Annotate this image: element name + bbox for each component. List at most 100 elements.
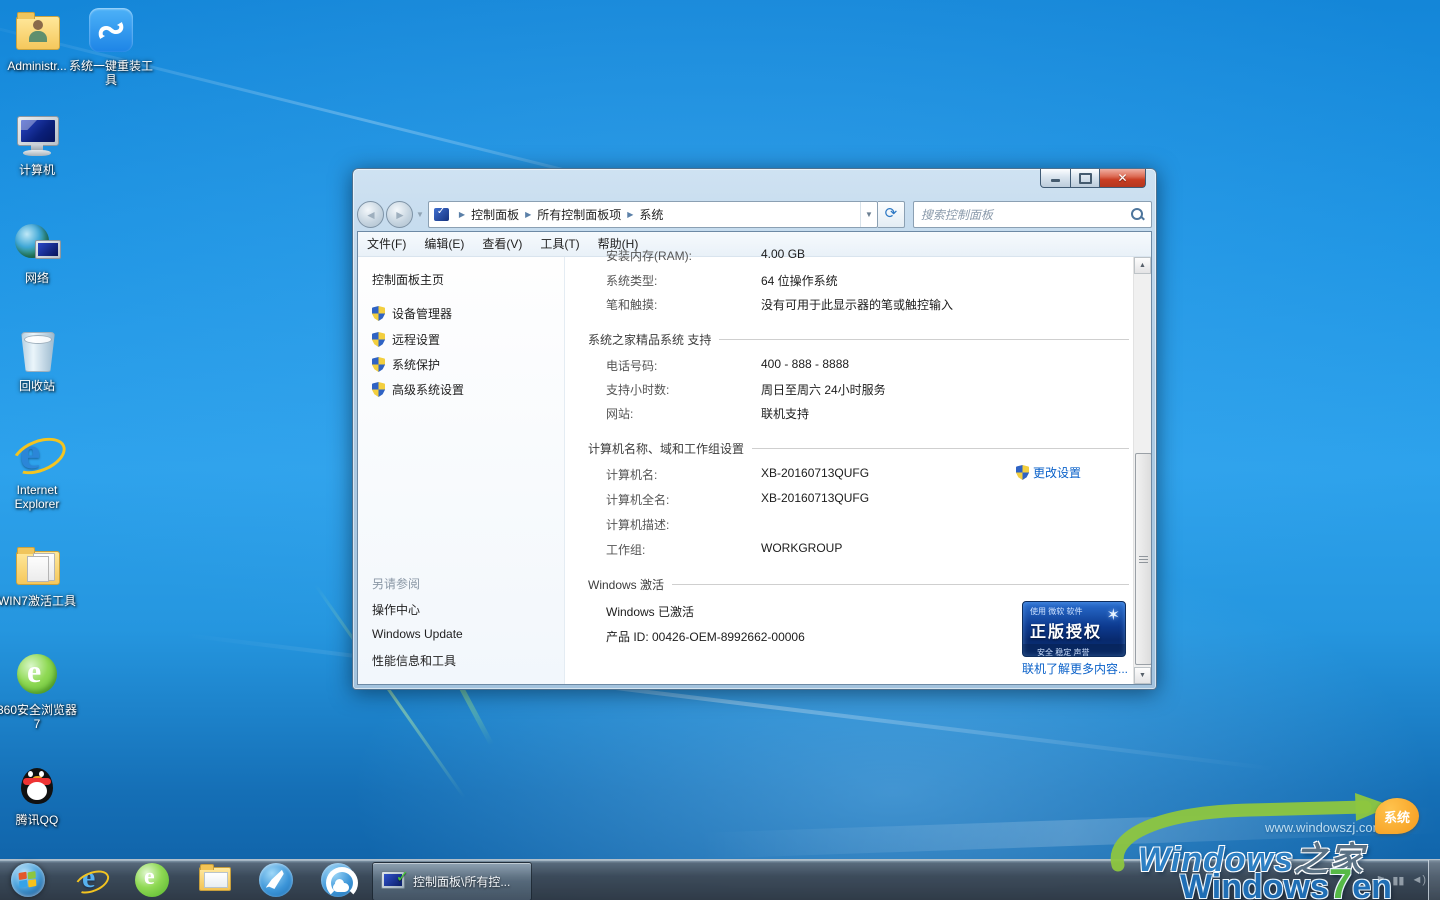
desktop-icon-label: WIN7激活工具 bbox=[0, 594, 79, 608]
control-panel-task-icon: ✓ bbox=[381, 871, 407, 893]
desktop-icon-recycle-bin[interactable]: 回收站 bbox=[0, 328, 79, 393]
scroll-up-icon[interactable]: ▲ bbox=[1134, 257, 1151, 274]
system-applet-icon bbox=[434, 208, 449, 221]
recent-pages-dropdown-icon[interactable]: ▼ bbox=[416, 210, 424, 219]
explorer-folder-icon bbox=[197, 863, 231, 897]
menu-view[interactable]: 查看(V) bbox=[473, 232, 531, 256]
forward-button[interactable]: ► bbox=[386, 201, 413, 228]
close-button[interactable]: ✕ bbox=[1100, 169, 1146, 188]
taskbar-active-window-button[interactable]: ✓ 控制面板\所有控... bbox=[372, 862, 532, 900]
menu-file[interactable]: 文件(F) bbox=[358, 232, 415, 256]
breadcrumb-arrow-icon: ▶ bbox=[627, 210, 633, 219]
qq-browser-icon bbox=[321, 863, 355, 897]
desktop-icon-tencent-qq[interactable]: 腾讯QQ bbox=[0, 762, 79, 827]
sidebar-item-action-center[interactable]: 操作中心 bbox=[372, 601, 420, 618]
breadcrumb-system[interactable]: 系统 bbox=[639, 206, 663, 223]
menu-tools[interactable]: 工具(T) bbox=[531, 232, 588, 256]
desktop-icon-360-browser[interactable]: e 360安全浏览器7 bbox=[0, 652, 79, 731]
recycle-bin-icon bbox=[13, 328, 61, 376]
taskbar-explorer[interactable] bbox=[188, 860, 240, 900]
desktop-icon-computer[interactable]: 计算机 bbox=[0, 112, 79, 177]
breadcrumb-arrow-icon: ▶ bbox=[459, 210, 465, 219]
tray-flag-icon[interactable]: ⚑ bbox=[1375, 874, 1385, 887]
sidebar-item-system-protection[interactable]: 系统保护 bbox=[372, 356, 440, 373]
see-also-header: 另请参阅 bbox=[372, 575, 420, 592]
start-button[interactable] bbox=[2, 860, 54, 900]
sidebar-item-remote-settings[interactable]: 远程设置 bbox=[372, 331, 440, 348]
system-info-content: 安装内存(RAM):4.00 GB 系统类型:64 位操作系统 笔和触摸:没有可… bbox=[568, 257, 1139, 684]
maximize-button[interactable] bbox=[1071, 169, 1100, 188]
desktop-icon-administrator[interactable]: Administr... bbox=[0, 8, 79, 73]
uac-shield-icon bbox=[372, 357, 385, 372]
sidebar-item-device-manager[interactable]: 设备管理器 bbox=[372, 305, 452, 322]
desktop-icon-label: Internet Explorer bbox=[0, 483, 79, 511]
desktop-icon-label: 网络 bbox=[0, 271, 79, 285]
taskbar-internet-explorer[interactable]: e bbox=[64, 860, 116, 900]
online-support-link[interactable]: 联机支持 bbox=[761, 405, 809, 422]
computer-icon bbox=[13, 112, 61, 160]
qq-penguin-icon bbox=[13, 762, 61, 810]
taskbar-qq-browser[interactable] bbox=[312, 860, 364, 900]
breadcrumb-all-items[interactable]: 所有控制面板项 bbox=[537, 206, 621, 223]
window-client-area: 文件(F) 编辑(E) 查看(V) 工具(T) 帮助(H) 控制面板主页 设备管… bbox=[357, 231, 1152, 685]
learn-more-link[interactable]: 联机了解更多内容... bbox=[1022, 660, 1124, 678]
user-folder-icon bbox=[13, 8, 61, 56]
desktop-icon-win7-activation[interactable]: WIN7激活工具 bbox=[0, 543, 79, 608]
desktop-icon-label: Administr... bbox=[0, 59, 79, 73]
sidebar: 控制面板主页 设备管理器 远程设置 系统保护 高级系统设置 另请参阅 操作中心 … bbox=[358, 257, 565, 684]
scrollbar-thumb[interactable] bbox=[1135, 453, 1152, 665]
back-button[interactable]: ◄ bbox=[357, 201, 384, 228]
change-settings-link[interactable]: 更改设置 bbox=[1016, 464, 1081, 481]
desktop: Administr... 系统一键重装工具 计算机 网络 回收站 e Inter… bbox=[0, 0, 1440, 900]
internet-explorer-icon: e bbox=[73, 863, 107, 897]
refresh-button[interactable]: ⟳ bbox=[878, 201, 905, 228]
system-window: ✕ ◄ ► ▼ ▶ 控制面板 ▶ 所有控制面板项 ▶ 系统 ▼ ⟳ 搜索控制面板 bbox=[352, 168, 1157, 690]
section-header-computer-name: 计算机名称、域和工作组设置 bbox=[588, 440, 1129, 457]
desktop-icon-one-key-reinstall[interactable]: 系统一键重装工具 bbox=[69, 8, 153, 87]
system-tray[interactable]: ⚑ ▮▮ ◄) bbox=[1368, 860, 1426, 900]
address-bar[interactable]: ▶ 控制面板 ▶ 所有控制面板项 ▶ 系统 ▼ bbox=[428, 201, 878, 228]
menu-edit[interactable]: 编辑(E) bbox=[415, 232, 473, 256]
desktop-icon-label: 系统一键重装工具 bbox=[69, 59, 153, 87]
sidebar-item-advanced-settings[interactable]: 高级系统设置 bbox=[372, 381, 464, 398]
uac-shield-icon bbox=[372, 332, 385, 347]
tray-volume-icon[interactable]: ◄) bbox=[1411, 874, 1426, 886]
desktop-icon-label: 腾讯QQ bbox=[0, 813, 79, 827]
section-header-support: 系统之家精品系统 支持 bbox=[588, 331, 1129, 348]
watermark-bubble: 系统 bbox=[1375, 798, 1419, 834]
uac-shield-icon bbox=[1016, 465, 1029, 480]
navigation-bar: ◄ ► ▼ ▶ 控制面板 ▶ 所有控制面板项 ▶ 系统 ▼ ⟳ 搜索控制面板 bbox=[357, 197, 1152, 231]
wallpaper-streak bbox=[700, 807, 1440, 859]
desktop-icon-label: 回收站 bbox=[0, 379, 79, 393]
desktop-icon-internet-explorer[interactable]: e Internet Explorer bbox=[0, 432, 79, 511]
breadcrumb-control-panel[interactable]: 控制面板 bbox=[471, 206, 519, 223]
taskbar-feather-browser[interactable] bbox=[250, 860, 302, 900]
uac-shield-icon bbox=[372, 382, 385, 397]
360-browser-icon: e bbox=[13, 652, 61, 700]
internet-explorer-icon: e bbox=[13, 432, 61, 480]
show-desktop-button[interactable] bbox=[1428, 860, 1440, 900]
network-icon bbox=[13, 220, 61, 268]
search-icon[interactable] bbox=[1130, 207, 1145, 222]
search-placeholder: 搜索控制面板 bbox=[914, 206, 1130, 223]
sidebar-item-home[interactable]: 控制面板主页 bbox=[372, 271, 444, 288]
search-box[interactable]: 搜索控制面板 bbox=[913, 201, 1152, 228]
minimize-button[interactable] bbox=[1040, 169, 1071, 188]
genuine-star-icon: ✶ bbox=[1107, 605, 1120, 625]
sidebar-item-windows-update[interactable]: Windows Update bbox=[372, 627, 463, 641]
windows-start-orb-icon bbox=[11, 863, 45, 897]
sidebar-item-performance-tools[interactable]: 性能信息和工具 bbox=[372, 652, 456, 669]
section-header-activation: Windows 激活 bbox=[588, 576, 1129, 593]
scroll-down-icon[interactable]: ▼ bbox=[1134, 667, 1151, 684]
reinstall-tool-icon bbox=[87, 8, 135, 56]
uac-shield-icon bbox=[372, 306, 385, 321]
vertical-scrollbar[interactable]: ▲ ▼ bbox=[1133, 257, 1151, 684]
menu-bar: 文件(F) 编辑(E) 查看(V) 工具(T) 帮助(H) bbox=[358, 232, 1151, 257]
desktop-icon-network[interactable]: 网络 bbox=[0, 220, 79, 285]
taskbar-360-browser[interactable]: e bbox=[126, 860, 178, 900]
caption-buttons: ✕ bbox=[1040, 169, 1146, 188]
taskbar: e e ✓ 控制面板\所有控... ⚑ ▮▮ ◄) bbox=[0, 859, 1440, 900]
tray-network-icon[interactable]: ▮▮ bbox=[1392, 874, 1404, 887]
address-dropdown-icon[interactable]: ▼ bbox=[860, 202, 877, 227]
genuine-microsoft-badge[interactable]: ✶ 使用 微软 软件 正版授权 安全 稳定 声誉 bbox=[1022, 601, 1126, 657]
